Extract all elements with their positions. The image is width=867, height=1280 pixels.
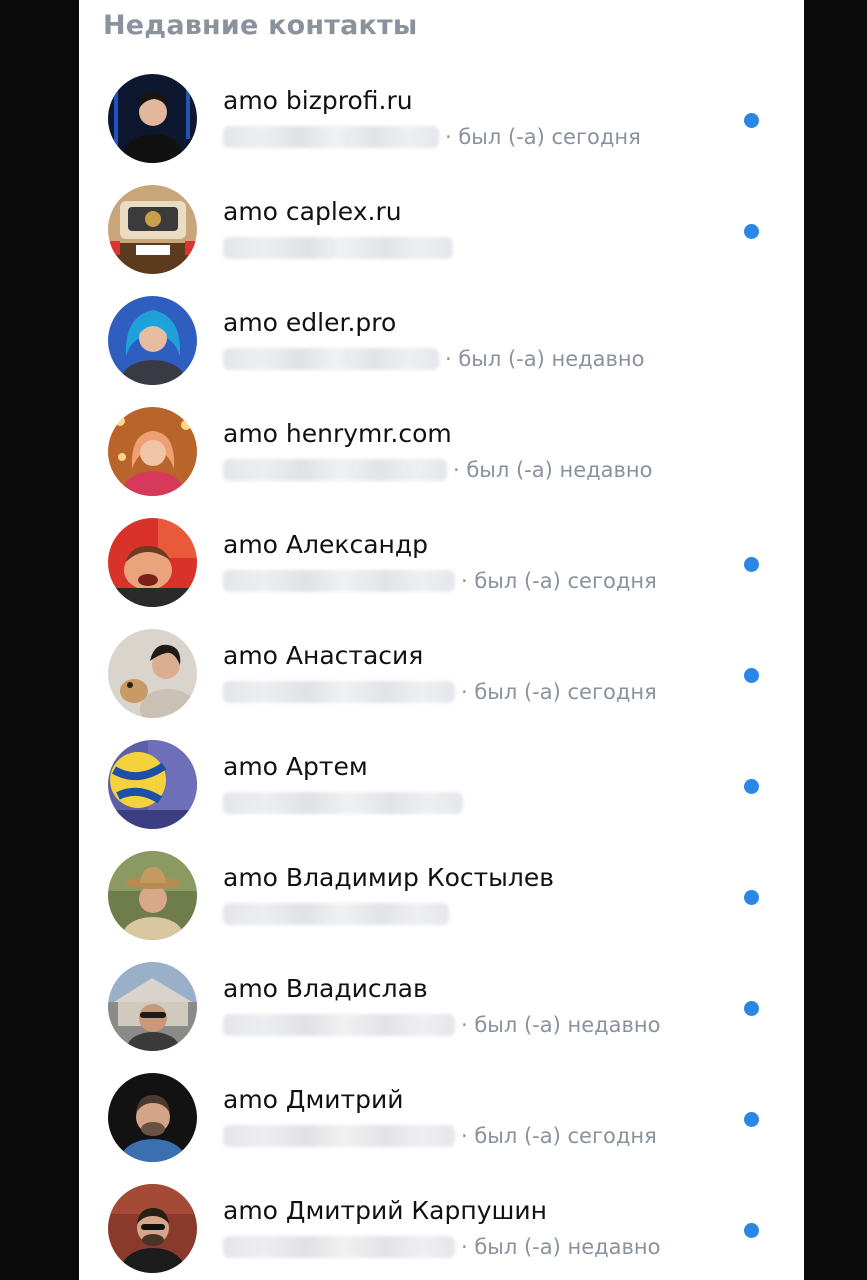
contact-status: · был (-а) недавно: [453, 458, 653, 482]
section-title: Недавние контакты: [103, 10, 418, 41]
redacted-phone: [223, 792, 463, 814]
redacted-phone: [223, 1236, 455, 1258]
contact-avatar: [108, 962, 197, 1051]
contact-name: amo Артем: [223, 752, 368, 781]
redacted-phone: [223, 126, 439, 148]
contact-name: amo edler.pro: [223, 308, 397, 337]
unread-dot: [744, 113, 759, 128]
contact-avatar: [108, 185, 197, 274]
contact-subtitle: [223, 234, 453, 262]
contact-subtitle: · был (-а) недавно: [223, 1233, 660, 1261]
contact-row[interactable]: amo Владислав · был (-а) недавно: [79, 962, 804, 1073]
contact-row[interactable]: amo caplex.ru: [79, 185, 804, 296]
contact-name: amo caplex.ru: [223, 197, 402, 226]
contact-subtitle: · был (-а) недавно: [223, 345, 644, 373]
unread-dot: [744, 1001, 759, 1016]
contact-name: amo bizprofi.ru: [223, 86, 413, 115]
contact-avatar: [108, 1073, 197, 1162]
contact-name: amo Александр: [223, 530, 429, 559]
unread-dot: [744, 890, 759, 905]
contact-avatar: [108, 1184, 197, 1273]
contact-name: amo Дмитрий Карпушин: [223, 1196, 547, 1225]
unread-dot: [744, 1223, 759, 1238]
contact-row[interactable]: amo Анастасия · был (-а) сегодня: [79, 629, 804, 740]
contact-subtitle: [223, 789, 463, 817]
unread-dot: [744, 557, 759, 572]
contact-avatar: [108, 296, 197, 385]
redacted-phone: [223, 348, 439, 370]
contact-name: amo Дмитрий: [223, 1085, 404, 1114]
contact-avatar: [108, 740, 197, 829]
contact-status: · был (-а) сегодня: [445, 125, 641, 149]
contact-row[interactable]: amo Артем: [79, 740, 804, 851]
contact-name: amo Владислав: [223, 974, 428, 1003]
redacted-phone: [223, 1125, 455, 1147]
contact-avatar: [108, 74, 197, 163]
contact-subtitle: · был (-а) сегодня: [223, 567, 657, 595]
contact-row[interactable]: amo henrymr.com · был (-а) недавно: [79, 407, 804, 518]
redacted-phone: [223, 570, 455, 592]
recent-contacts-panel: Недавние контакты amo bizprofi.ru · был …: [79, 0, 804, 1280]
contact-row[interactable]: amo Дмитрий Карпушин · был (-а) недавно: [79, 1184, 804, 1280]
contact-subtitle: [223, 900, 449, 928]
contact-subtitle: · был (-а) сегодня: [223, 678, 657, 706]
unread-dot: [744, 779, 759, 794]
contact-status: · был (-а) сегодня: [461, 569, 657, 593]
contact-row[interactable]: amo bizprofi.ru · был (-а) сегодня: [79, 74, 804, 185]
unread-dot: [744, 1112, 759, 1127]
redacted-phone: [223, 681, 455, 703]
redacted-phone: [223, 903, 449, 925]
contact-avatar: [108, 629, 197, 718]
contact-name: amo Анастасия: [223, 641, 424, 670]
contact-row[interactable]: amo Владимир Костылев: [79, 851, 804, 962]
contact-row[interactable]: amo edler.pro · был (-а) недавно: [79, 296, 804, 407]
contact-status: · был (-а) сегодня: [461, 1124, 657, 1148]
contact-avatar: [108, 518, 197, 607]
contact-status: · был (-а) сегодня: [461, 680, 657, 704]
contact-row[interactable]: amo Дмитрий · был (-а) сегодня: [79, 1073, 804, 1184]
redacted-phone: [223, 1014, 455, 1036]
unread-dot: [744, 224, 759, 239]
contact-avatar: [108, 851, 197, 940]
contact-status: · был (-а) недавно: [461, 1235, 661, 1259]
contact-subtitle: · был (-а) недавно: [223, 1011, 660, 1039]
contact-avatar: [108, 407, 197, 496]
contact-name: amo Владимир Костылев: [223, 863, 555, 892]
contact-subtitle: · был (-а) недавно: [223, 456, 652, 484]
contact-status: · был (-а) недавно: [461, 1013, 661, 1037]
redacted-phone: [223, 237, 453, 259]
contact-subtitle: · был (-а) сегодня: [223, 123, 641, 151]
contact-status: · был (-а) недавно: [445, 347, 645, 371]
unread-dot: [744, 668, 759, 683]
contact-subtitle: · был (-а) сегодня: [223, 1122, 657, 1150]
contact-row[interactable]: amo Александр · был (-а) сегодня: [79, 518, 804, 629]
redacted-phone: [223, 459, 447, 481]
contact-name: amo henrymr.com: [223, 419, 452, 448]
